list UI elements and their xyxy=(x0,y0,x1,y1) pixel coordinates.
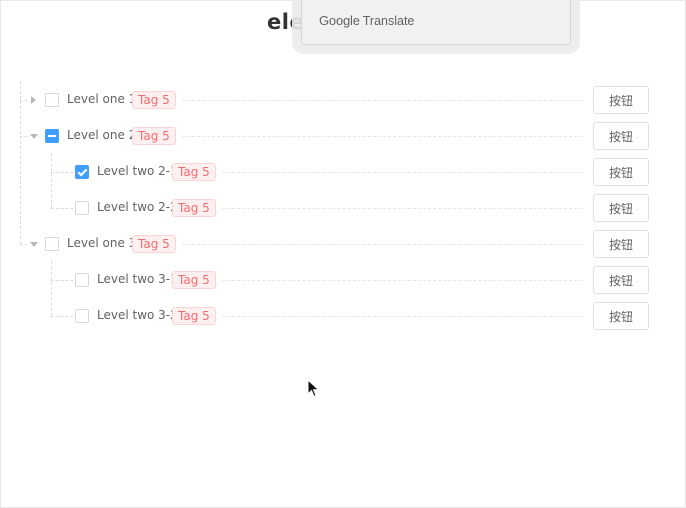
row-divider xyxy=(182,136,582,137)
node-label: Level one 2 xyxy=(67,128,137,142)
row-divider xyxy=(182,244,582,245)
checkbox[interactable] xyxy=(45,93,59,107)
row-divider xyxy=(222,280,582,281)
node-label: Level two 2-1 xyxy=(97,164,178,178)
checkbox[interactable] xyxy=(75,201,89,215)
mouse-cursor-icon xyxy=(307,379,320,398)
tree-node-level-two-3-2[interactable]: Level two 3-2 Tag 5 按钮 xyxy=(0,298,686,334)
node-label: Level two 2-2 xyxy=(97,200,178,214)
tag: Tag 5 xyxy=(132,91,176,109)
tree-node-level-two-3-1[interactable]: Level two 3-1 Tag 5 按钮 xyxy=(0,262,686,298)
action-button[interactable]: 按钮 xyxy=(593,122,649,150)
caret-down-icon[interactable] xyxy=(30,242,38,247)
tag: Tag 5 xyxy=(132,127,176,145)
google-translate-logo: Google Translate xyxy=(319,13,414,28)
action-button[interactable]: 按钮 xyxy=(593,194,649,222)
page-title: ele xyxy=(267,10,305,34)
action-button[interactable]: 按钮 xyxy=(593,266,649,294)
tag: Tag 5 xyxy=(172,163,216,181)
tree-node-level-two-2-1[interactable]: Level two 2-1 Tag 5 按钮 xyxy=(0,154,686,190)
tag: Tag 5 xyxy=(172,199,216,217)
node-label: Level one 1 xyxy=(67,92,137,106)
action-button[interactable]: 按钮 xyxy=(593,302,649,330)
node-label: Level two 3-1 xyxy=(97,272,178,286)
checkbox[interactable] xyxy=(75,273,89,287)
action-button[interactable]: 按钮 xyxy=(593,86,649,114)
action-button[interactable]: 按钮 xyxy=(593,230,649,258)
tree-node-level-one-3[interactable]: Level one 3 Tag 5 按钮 xyxy=(0,226,686,262)
node-label: Level one 3 xyxy=(67,236,137,250)
checkbox[interactable] xyxy=(45,237,59,251)
tag: Tag 5 xyxy=(172,271,216,289)
row-divider xyxy=(222,316,582,317)
tag: Tag 5 xyxy=(172,307,216,325)
tree-node-level-two-2-2[interactable]: Level two 2-2 Tag 5 按钮 xyxy=(0,190,686,226)
checkbox-indeterminate[interactable] xyxy=(45,129,59,143)
caret-down-icon[interactable] xyxy=(30,134,38,139)
checkbox[interactable] xyxy=(75,309,89,323)
tree-node-level-one-2[interactable]: Level one 2 Tag 5 按钮 xyxy=(0,118,686,154)
google-wordmark: Google xyxy=(319,13,360,28)
action-button[interactable]: 按钮 xyxy=(593,158,649,186)
caret-right-icon[interactable] xyxy=(31,96,36,104)
tree-node-level-one-1[interactable]: Level one 1 Tag 5 按钮 xyxy=(0,82,686,118)
tag: Tag 5 xyxy=(132,235,176,253)
translate-wordmark: Translate xyxy=(362,14,415,28)
checkbox-checked[interactable] xyxy=(75,165,89,179)
row-divider xyxy=(182,100,582,101)
row-divider xyxy=(222,208,582,209)
google-translate-popup[interactable]: Google Translate xyxy=(301,0,571,45)
node-label: Level two 3-2 xyxy=(97,308,178,322)
row-divider xyxy=(222,172,582,173)
